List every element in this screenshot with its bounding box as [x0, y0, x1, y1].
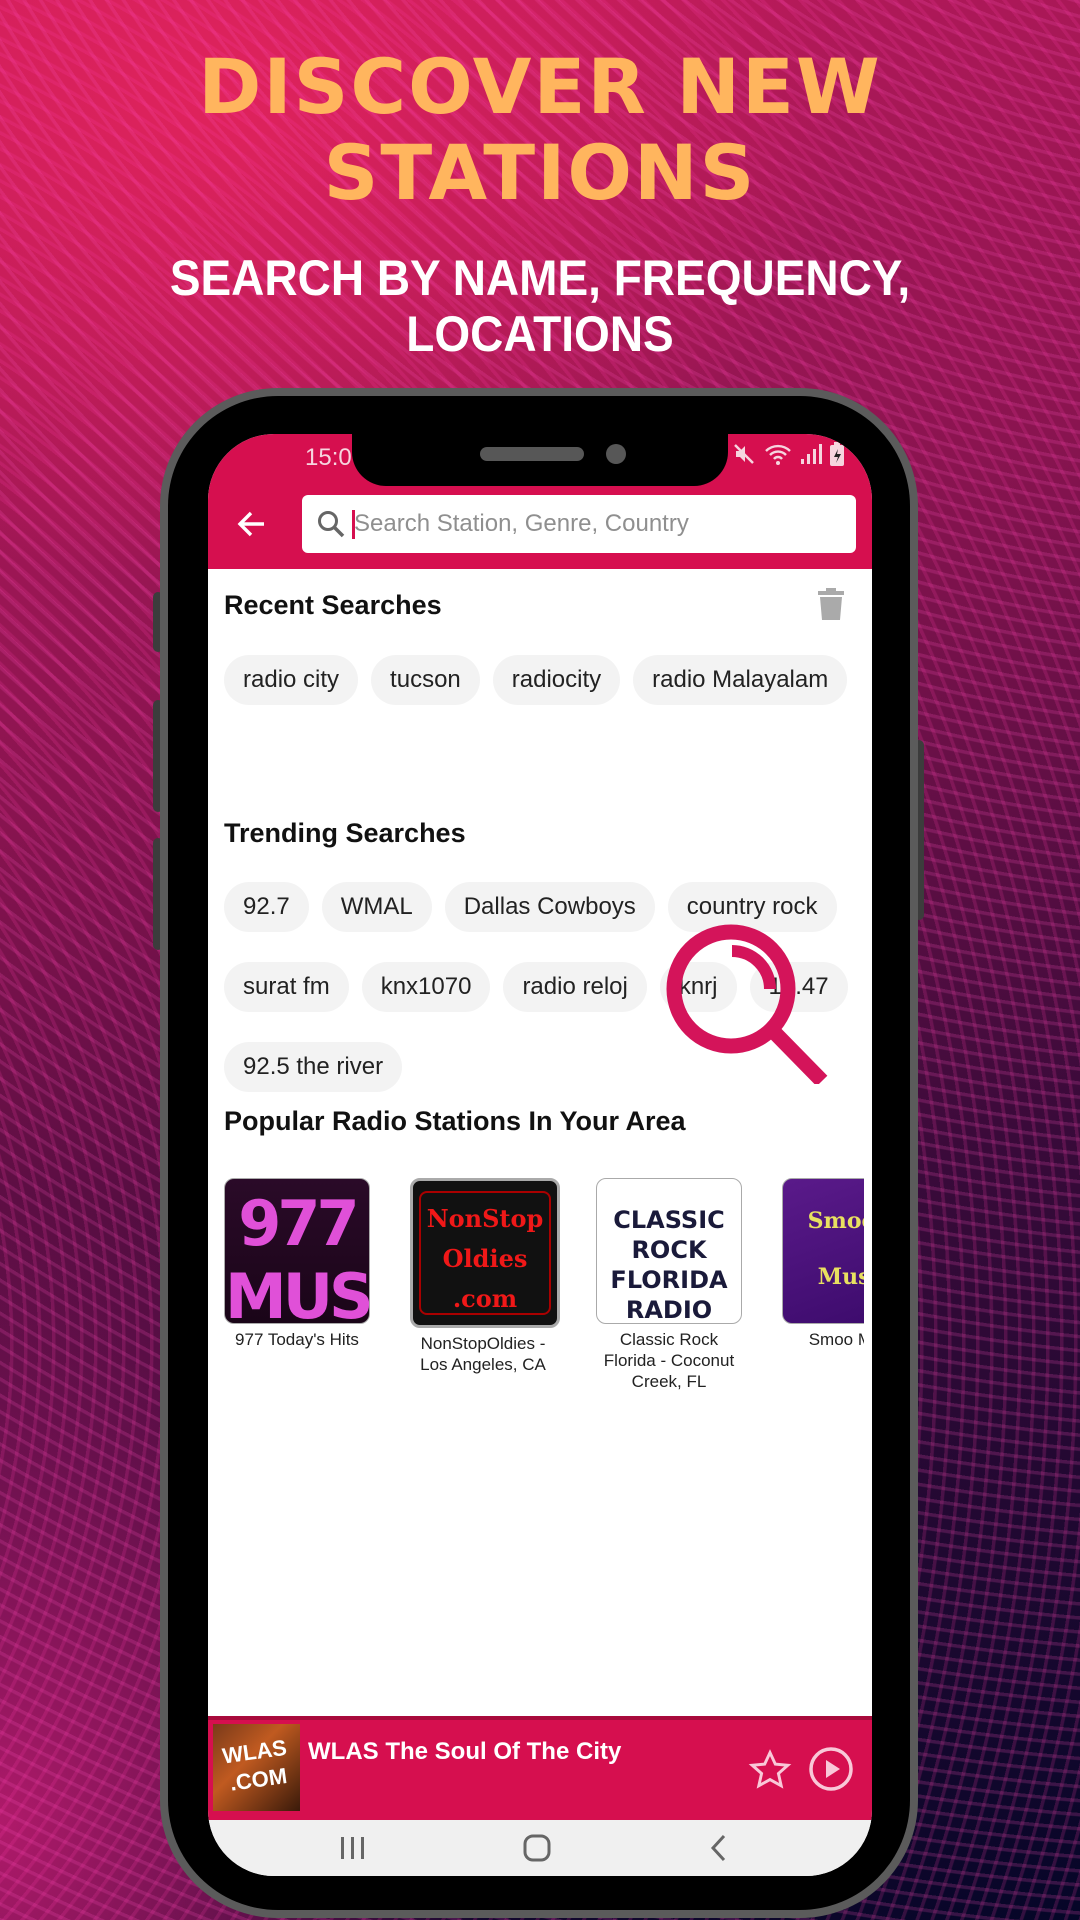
popular-stations-carousel[interactable]: 977 MUSIC 977 Today's Hits NonStop Oldie…	[224, 1178, 864, 1392]
trending-chip[interactable]: radio reloj	[503, 962, 647, 1012]
back-chevron-icon[interactable]	[706, 1832, 730, 1864]
subline-line-2: LOCATIONS	[406, 306, 674, 362]
recent-chip[interactable]: tucson	[371, 655, 480, 705]
recent-searches-list: radio city tucson radiocity radio Malaya…	[224, 655, 864, 705]
popular-stations-title: Popular Radio Stations In Your Area	[224, 1106, 686, 1136]
station-name: Classic Rock Florida - Coconut Creek, FL	[603, 1330, 735, 1391]
status-time: 15:0	[305, 444, 352, 471]
station-name: 977 Today's Hits	[235, 1330, 359, 1349]
station-card[interactable]: CLASSIC ROCK FLORIDA RADIO Classic Rock …	[596, 1178, 742, 1392]
station-logo-text: Smooth Music	[807, 1208, 864, 1290]
now-playing-artwork: WLAS .COM	[213, 1724, 300, 1811]
arrow-left-icon	[237, 511, 264, 537]
play-button[interactable]	[808, 1746, 854, 1797]
play-circle-icon	[809, 1747, 853, 1791]
status-icons	[732, 442, 844, 466]
magnifier-decoration-icon	[666, 924, 828, 1084]
station-logo-text: NonStop Oldies .com	[426, 1204, 544, 1313]
promo-headline: DISCOVER NEW STATIONS	[0, 44, 1080, 216]
station-logo-text: CLASSIC ROCK FLORIDA RADIO	[610, 1206, 728, 1324]
back-button[interactable]	[232, 504, 272, 544]
trash-icon	[818, 588, 844, 620]
trending-chip[interactable]: 92.5 the river	[224, 1042, 403, 1092]
station-name: NonStopOldies - Los Angeles, CA	[420, 1334, 546, 1374]
subline-line-1: SEARCH BY NAME, FREQUENCY,	[169, 250, 911, 306]
artwork-text: WLAS .COM	[220, 1734, 289, 1796]
station-logo: 977 MUSIC	[224, 1178, 370, 1324]
recent-chip[interactable]: radio city	[224, 655, 359, 705]
recent-chip[interactable]: radio Malayalam	[633, 655, 848, 705]
earpiece	[480, 447, 584, 461]
search-input[interactable]	[354, 495, 834, 553]
system-nav-bar	[208, 1820, 872, 1876]
search-bar[interactable]	[302, 495, 856, 553]
trending-chip[interactable]: WMAL	[321, 882, 432, 932]
phone-notch	[352, 434, 728, 486]
trending-chip[interactable]: knx1070	[361, 962, 491, 1012]
headline-line-2: STATIONS	[323, 128, 757, 217]
station-logo: Smooth Music	[782, 1178, 864, 1324]
headline-line-1: DISCOVER NEW	[198, 42, 882, 131]
mute-icon	[734, 444, 754, 464]
trending-chip[interactable]: 92.7	[224, 882, 309, 932]
promo-subline: SEARCH BY NAME, FREQUENCY, LOCATIONS	[43, 250, 1037, 362]
app-screen: 15:0 Recent Searches radio city tucson r…	[208, 434, 872, 1876]
star-outline-icon	[748, 1749, 792, 1789]
now-playing-title: WLAS The Soul Of The City	[308, 1738, 622, 1765]
home-icon[interactable]	[522, 1833, 552, 1863]
trending-searches-title: Trending Searches	[224, 818, 466, 848]
trending-chip[interactable]: Dallas Cowboys	[444, 882, 655, 932]
station-logo-text: 977 MUSIC	[225, 1187, 370, 1324]
wifi-icon	[765, 444, 791, 465]
clear-recent-button[interactable]	[818, 588, 844, 625]
station-name: Smoo Mix N	[808, 1330, 864, 1349]
mini-player[interactable]: WLAS .COM WLAS The Soul Of The City	[208, 1716, 872, 1820]
search-icon	[318, 511, 345, 538]
app-header: 15:0	[208, 434, 872, 569]
trending-chip[interactable]: surat fm	[224, 962, 349, 1012]
station-card[interactable]: Smooth Music Smoo Mix N	[782, 1178, 864, 1392]
battery-charging-icon	[830, 442, 844, 466]
station-card[interactable]: NonStop Oldies .com NonStopOldies - Los …	[410, 1178, 560, 1392]
station-card[interactable]: 977 MUSIC 977 Today's Hits	[224, 1178, 370, 1392]
station-logo: NonStop Oldies .com	[410, 1178, 560, 1328]
recent-searches-title: Recent Searches	[224, 590, 442, 620]
front-camera	[606, 444, 626, 464]
signal-icon	[801, 444, 822, 464]
recent-apps-icon[interactable]	[338, 1834, 368, 1862]
recent-chip[interactable]: radiocity	[492, 655, 621, 705]
station-logo: CLASSIC ROCK FLORIDA RADIO	[596, 1178, 742, 1324]
favorite-button[interactable]	[748, 1748, 792, 1797]
